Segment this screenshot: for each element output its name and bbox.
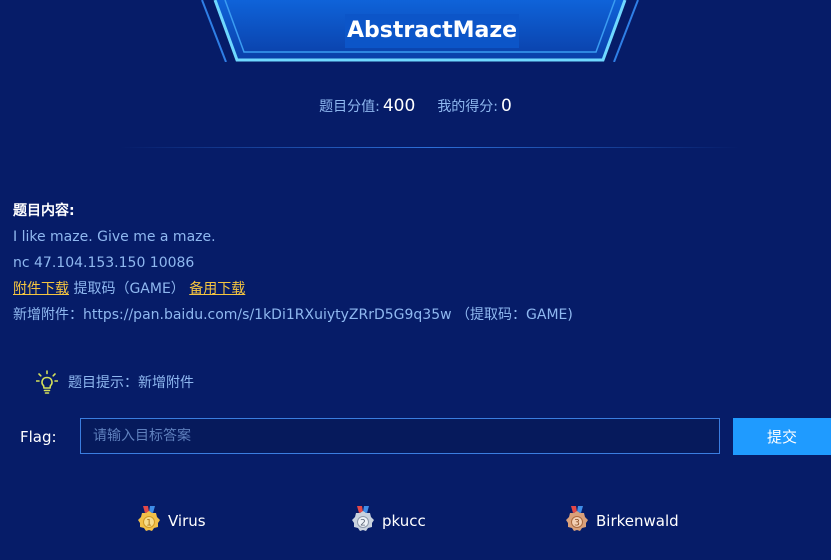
my-score-label: 我的得分: [437, 99, 499, 115]
lightbulb-icon [35, 370, 59, 394]
flag-label: Flag: [20, 428, 57, 446]
content-heading: 题目内容: [13, 203, 75, 219]
backup-download-link[interactable]: 备用下载 [189, 281, 245, 297]
rank-item: 3 Birkenwald [564, 506, 679, 536]
download-link[interactable]: 附件下载 [13, 281, 69, 297]
content-line: nc 47.104.153.150 10086 [13, 255, 195, 271]
medal-number: 1 [146, 519, 152, 529]
score-row: 题目分值: 400 我的得分: 0 [0, 96, 831, 116]
rank-item: 2 pkucc [350, 506, 426, 536]
hint-row: 题目提示：新增附件 [35, 370, 194, 394]
challenge-title: AbstractMaze [345, 14, 520, 48]
submit-button[interactable]: 提交 [733, 418, 831, 455]
medal-number: 3 [574, 519, 580, 529]
score-label: 题目分值: [319, 99, 380, 115]
gold-medal-icon: 1 [136, 506, 162, 536]
medal-number: 2 [360, 519, 366, 529]
download-row: 附件下载 提取码（GAME） 备用下载 [13, 276, 573, 302]
extract-code: 提取码（GAME） [69, 281, 185, 297]
divider [120, 147, 740, 148]
score-value: 400 [382, 96, 416, 116]
new-attachment: 新增附件：https://pan.baidu.com/s/1kDi1RXuiyt… [13, 307, 573, 323]
rank-name: Birkenwald [596, 512, 679, 530]
hint-text: 题目提示：新增附件 [68, 375, 194, 391]
challenge-content: 题目内容: I like maze. Give me a maze. nc 47… [13, 198, 573, 328]
my-score-value: 0 [501, 96, 512, 116]
rank-item: 1 Virus [136, 506, 206, 536]
content-line: I like maze. Give me a maze. [13, 229, 216, 245]
bronze-medal-icon: 3 [564, 506, 590, 536]
silver-medal-icon: 2 [350, 506, 376, 536]
rank-name: Virus [168, 512, 206, 530]
flag-input[interactable] [80, 418, 720, 454]
rank-name: pkucc [382, 512, 426, 530]
